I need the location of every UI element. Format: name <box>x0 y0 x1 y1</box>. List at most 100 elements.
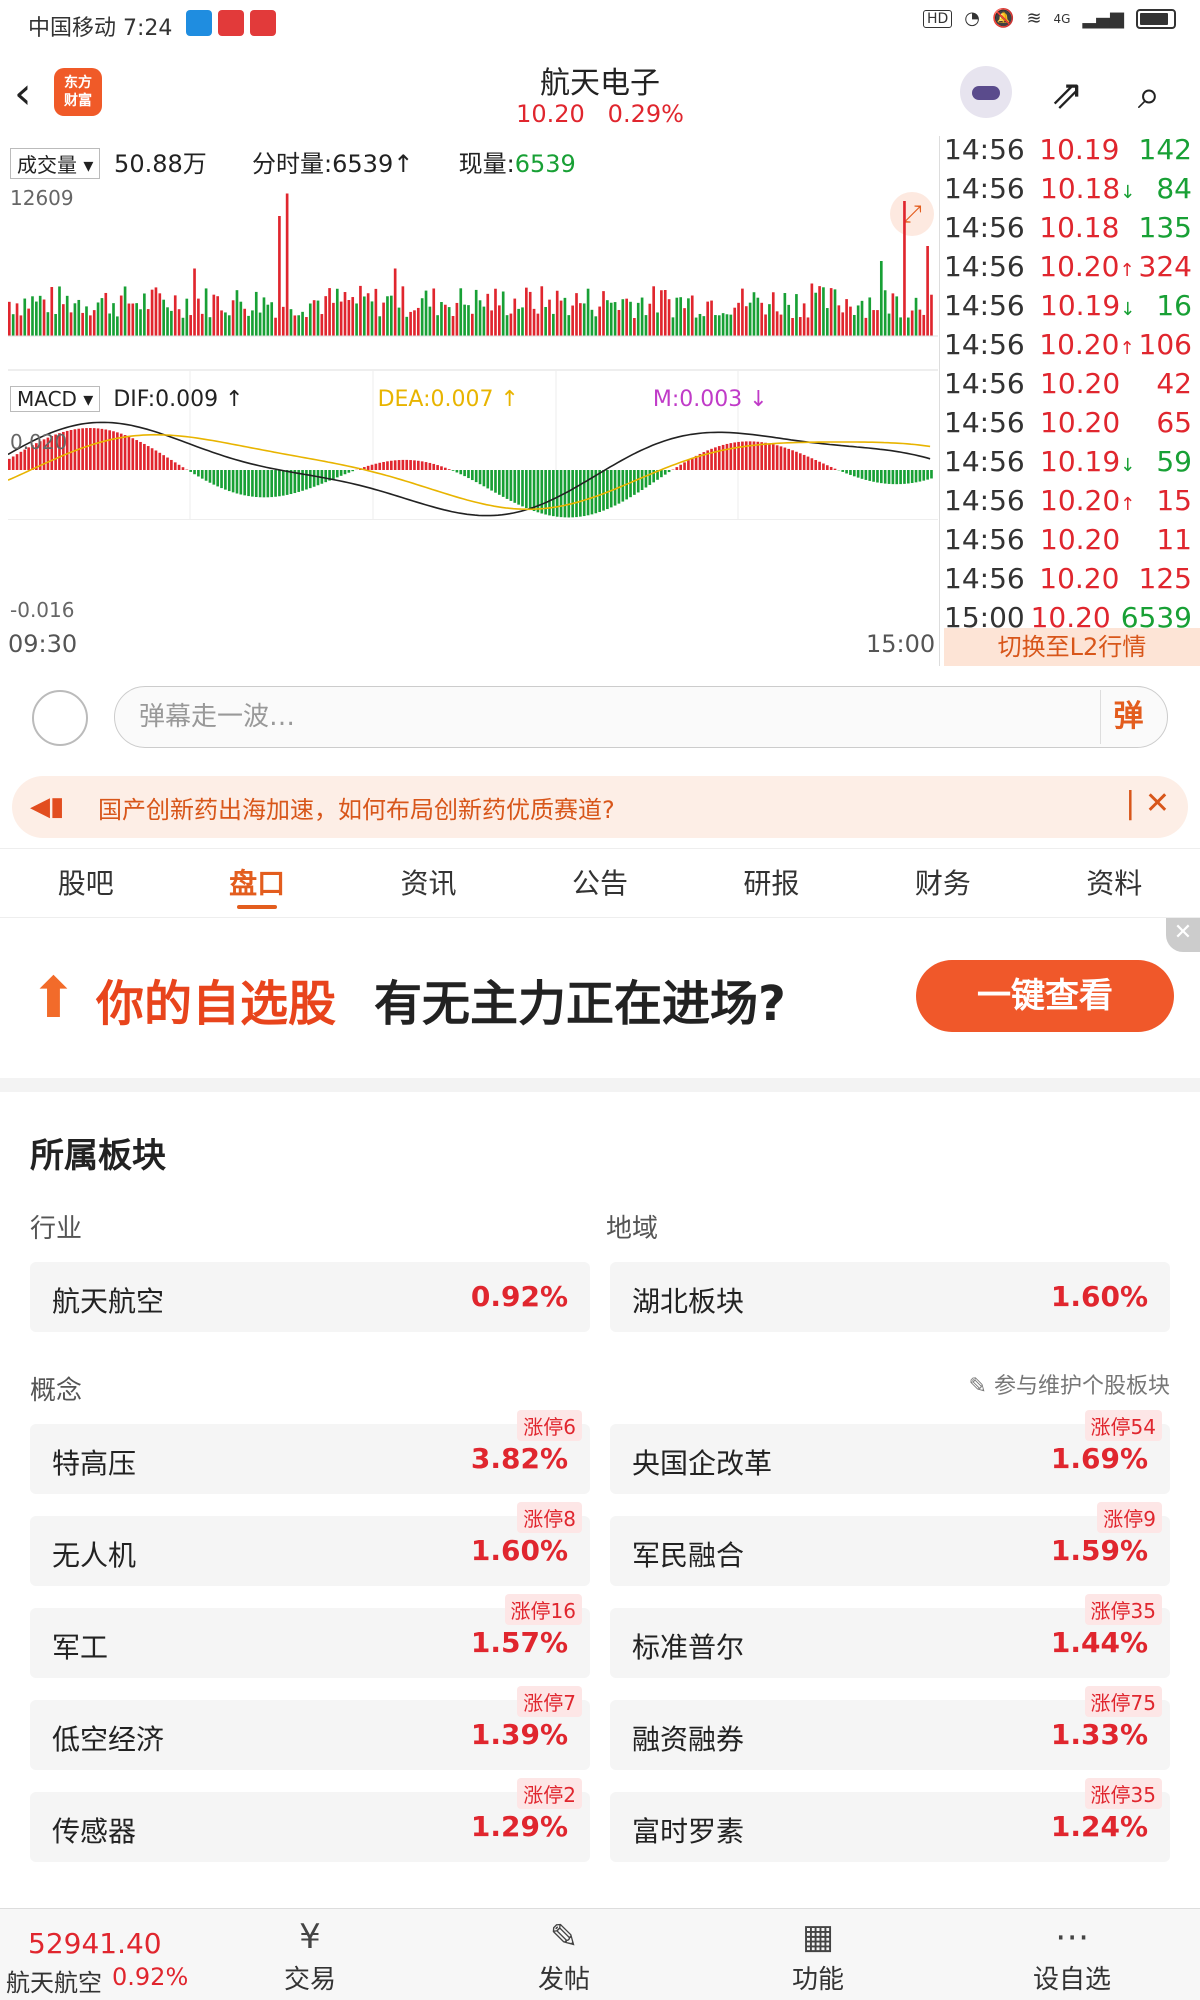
volume-bar <box>320 314 324 336</box>
video-app-icon <box>218 10 244 36</box>
close-icon[interactable]: | ✕ <box>1125 786 1170 821</box>
volume-bar <box>162 299 165 336</box>
ad-close-icon[interactable]: ✕ <box>1166 918 1200 952</box>
volume-bar <box>675 297 679 336</box>
macd-bar <box>771 444 775 470</box>
tab-item[interactable]: 公告 <box>514 849 685 917</box>
volume-selector[interactable]: 成交量 ▾ <box>10 148 101 179</box>
danmaku-settings-icon[interactable] <box>32 690 88 746</box>
tick-row: 14:56 10.20 125 <box>944 559 1200 598</box>
concept-card[interactable]: 军民融合 1.59% 涨停9 <box>610 1502 1170 1586</box>
macd-bar <box>914 470 918 483</box>
volume-bar <box>517 308 520 336</box>
concept-card[interactable]: 特高压 3.82% 涨停6 <box>30 1410 590 1494</box>
assistant-avatar[interactable] <box>960 66 1012 118</box>
tick-time: 14:56 <box>944 250 1025 283</box>
tick-price-value: 10.19 <box>1040 289 1121 322</box>
macd-bar <box>278 470 281 497</box>
search-icon[interactable]: ⌕ <box>1126 72 1172 118</box>
news-text[interactable]: 国产创新药出海加速，如何布局创新药优质赛道? <box>98 790 615 825</box>
tick-volume: 65 <box>1156 406 1192 439</box>
volume-bar <box>197 298 200 336</box>
tab-item[interactable]: 盘口 <box>171 849 342 917</box>
macd-bar <box>459 470 463 475</box>
macd-bar <box>575 470 578 518</box>
volume-bar <box>355 303 358 336</box>
volume-bar <box>50 287 54 336</box>
tick-price-value: 10.20 <box>1040 484 1121 517</box>
tab-item[interactable]: 资讯 <box>343 849 514 917</box>
volume-bar <box>459 288 463 336</box>
concept-card[interactable]: 传感器 1.29% 涨停2 <box>30 1778 590 1862</box>
macd-bar <box>370 464 374 470</box>
volume-bar <box>146 309 150 336</box>
function-label: 功能 <box>791 1965 844 1995</box>
volume-bar <box>914 297 918 336</box>
volume-bar <box>879 261 883 336</box>
concept-card[interactable]: 富时罗素 1.24% 涨停35 <box>610 1778 1170 1862</box>
danmaku-send-button[interactable]: 弹 <box>1100 690 1156 744</box>
share-icon[interactable]: ⇗ <box>1044 72 1090 118</box>
volume-bar <box>748 302 752 336</box>
macd-bar <box>339 470 343 476</box>
ad-banner[interactable]: ⬆ 你的自选股 有无主力正在进场? 一键查看 ✕ <box>0 918 1200 1078</box>
tab-item[interactable]: 研报 <box>686 849 857 917</box>
dea-value: DEA:0.007 <box>377 387 494 412</box>
tick-volume: 135 <box>1138 211 1192 244</box>
macd-selector[interactable]: MACD ▾ <box>10 386 101 412</box>
volume-bar <box>42 299 46 336</box>
macd-top-label: 0.020 <box>10 430 68 454</box>
macd-bar <box>775 445 779 470</box>
concept-card[interactable]: 央国企改革 1.69% 涨停54 <box>610 1410 1170 1494</box>
concept-card[interactable]: 标准普尔 1.44% 涨停35 <box>610 1594 1170 1678</box>
limit-up-badge: 涨停7 <box>517 1686 582 1717</box>
volume-bar <box>362 296 366 336</box>
macd-bar <box>787 448 791 470</box>
volume-bar <box>802 303 806 336</box>
volume-bar <box>27 308 30 336</box>
index-name[interactable]: 航天航空 <box>6 1963 102 1998</box>
tab-item[interactable]: 资料 <box>1029 849 1200 917</box>
trade-button[interactable]: ¥ 交易 <box>250 1915 370 1996</box>
concept-card[interactable]: 无人机 1.60% 涨停8 <box>30 1502 590 1586</box>
volume-bar <box>455 302 459 336</box>
news-banner[interactable]: ◀▮ 国产创新药出海加速，如何布局创新药优质赛道? | ✕ <box>12 776 1188 838</box>
tab-item[interactable]: 股吧 <box>0 849 171 917</box>
macd-bar <box>108 430 111 470</box>
volume-bar <box>405 316 409 336</box>
volume-header: 成交量 ▾ 50.88万 分时量:6539↑ 现量:6539 <box>10 144 576 179</box>
switch-l2-button[interactable]: 切换至L2行情 <box>944 628 1200 666</box>
ad-check-button[interactable]: 一键查看 <box>916 960 1174 1032</box>
tab-item[interactable]: 财务 <box>857 849 1028 917</box>
volume-bar <box>386 296 389 336</box>
index-value[interactable]: 52941.40 <box>28 1927 162 1960</box>
macd-bar <box>389 460 393 470</box>
add-watchlist-label: 设自选 <box>1032 1965 1111 1995</box>
macd-bar <box>845 470 848 474</box>
macd-bar <box>285 470 289 495</box>
function-button[interactable]: ▦ 功能 <box>758 1915 878 1996</box>
concept-card[interactable]: 低空经济 1.39% 涨停7 <box>30 1686 590 1770</box>
industry-card[interactable]: 航天航空 0.92% <box>30 1262 590 1332</box>
macd-bar <box>374 463 378 470</box>
concept-card[interactable]: 融资融券 1.33% 涨停75 <box>610 1686 1170 1770</box>
concept-card[interactable]: 军工 1.57% 涨停16 <box>30 1594 590 1678</box>
volume-bar <box>501 291 505 336</box>
weather-app-icon <box>186 10 212 36</box>
macd-bar <box>633 470 636 495</box>
tick-volume: 106 <box>1138 328 1192 361</box>
macd-bar <box>386 461 389 470</box>
region-card[interactable]: 湖北板块 1.60% <box>610 1262 1170 1332</box>
macd-bar <box>521 470 524 507</box>
post-button[interactable]: ✎ 发帖 <box>504 1915 624 1996</box>
volume-bar <box>139 309 142 336</box>
volume-bar <box>274 317 277 336</box>
tick-time: 14:56 <box>944 133 1025 166</box>
volume-bar <box>143 293 146 336</box>
add-watchlist-button[interactable]: ⋯ 设自选 <box>1012 1915 1132 1996</box>
volume-bar <box>239 301 243 336</box>
volume-bar <box>127 303 131 336</box>
limit-up-badge: 涨停6 <box>517 1410 582 1441</box>
danmaku-input[interactable]: 弹幕走一波… <box>114 686 1168 748</box>
maintain-link[interactable]: ✎ 参与维护个股板块 <box>969 1368 1170 1400</box>
